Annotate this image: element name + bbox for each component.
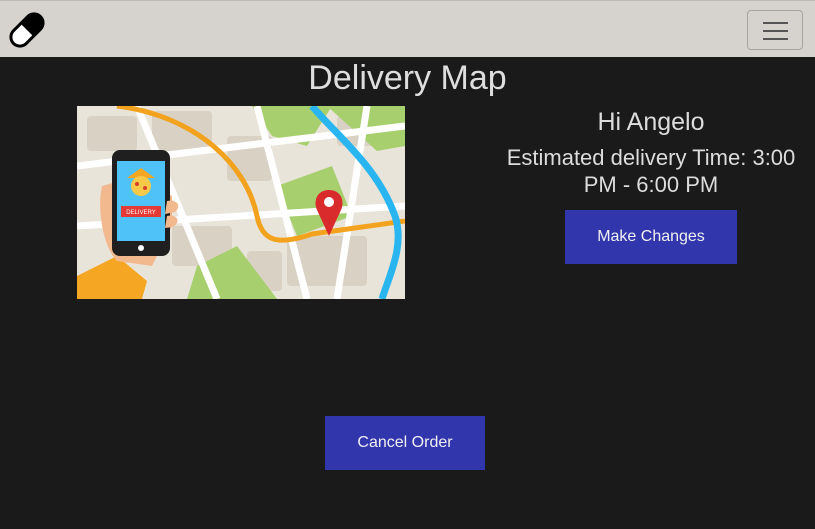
hamburger-menu-icon	[763, 22, 788, 24]
make-changes-button[interactable]: Make Changes	[565, 210, 737, 264]
greeting-text: Hi Angelo	[597, 108, 705, 136]
delivery-map-image: DELIVERY	[77, 106, 405, 299]
page-title: Delivery Map	[308, 59, 507, 97]
hamburger-bar	[763, 30, 788, 32]
phone-delivery-label: DELIVERY	[126, 210, 156, 216]
capsule-pill-icon[interactable]	[5, 8, 49, 52]
navbar	[0, 0, 815, 57]
estimated-delivery-time: Estimated delivery Time: 3:00 PM - 6:00 …	[506, 145, 796, 197]
hamburger-bar	[763, 38, 788, 40]
cancel-order-button[interactable]: Cancel Order	[325, 416, 485, 470]
menu-toggle-button[interactable]	[747, 10, 803, 50]
